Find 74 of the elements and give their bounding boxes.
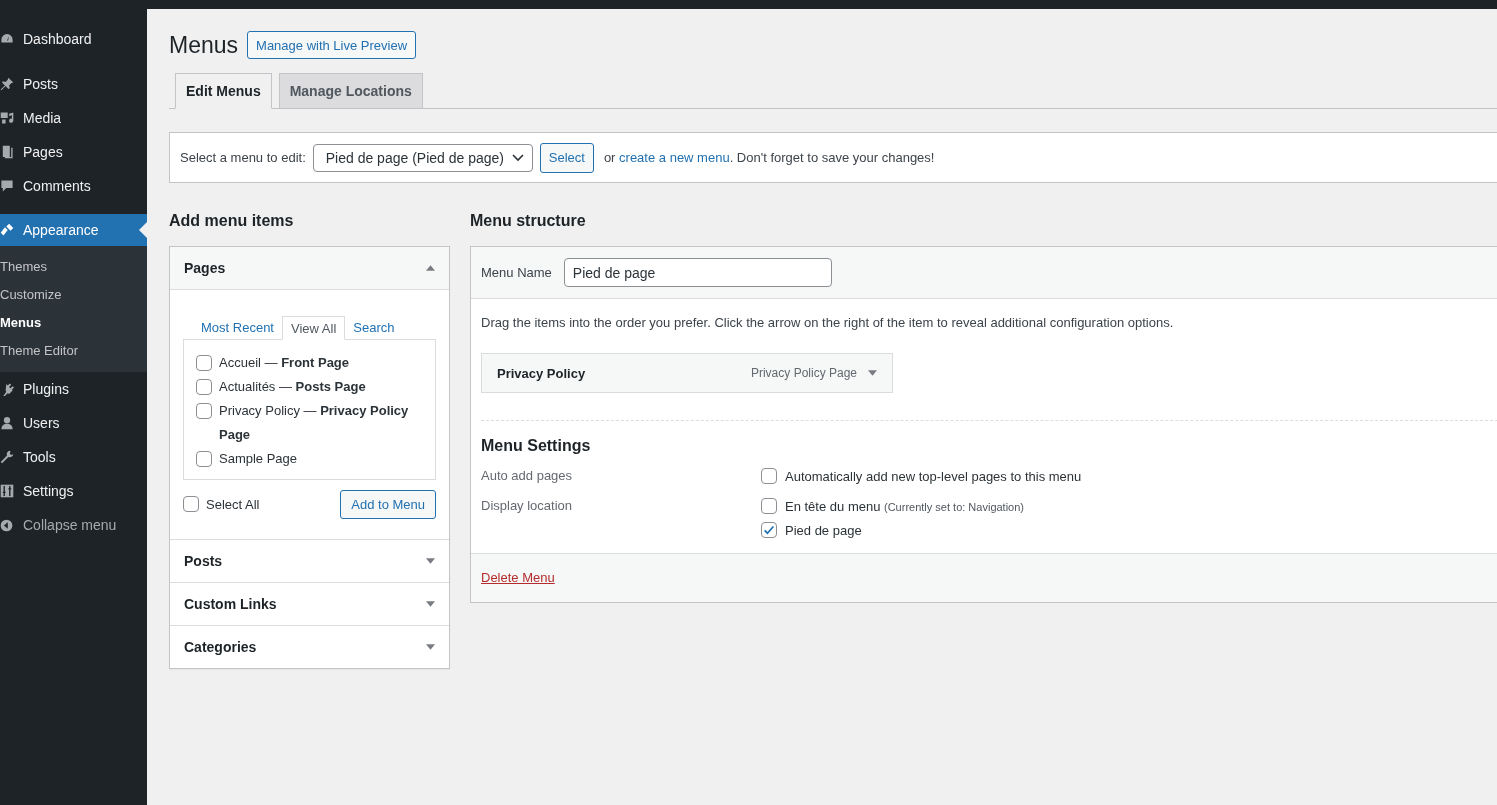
page-title: Menus xyxy=(169,31,239,59)
sidebar-item[interactable]: Appearance xyxy=(0,214,147,246)
checkbox[interactable] xyxy=(761,522,777,539)
submenu-item[interactable]: Menus xyxy=(0,309,147,337)
checkbox[interactable] xyxy=(183,495,199,512)
page-option-label: Privacy Policy — Privacy Policy Page xyxy=(219,402,410,444)
chevron-down-icon xyxy=(511,153,524,162)
sidebar-item[interactable]: Tools xyxy=(0,440,147,474)
menu-name-label: Menu Name xyxy=(481,265,552,280)
sidebar-item[interactable]: Media xyxy=(0,101,147,135)
panel-tab[interactable]: View All xyxy=(282,316,346,340)
accordion-header[interactable]: Custom Links xyxy=(170,583,449,625)
select-button[interactable]: Select xyxy=(539,142,594,173)
triangle-down-icon xyxy=(426,601,435,607)
delete-menu-link[interactable]: Delete Menu xyxy=(481,570,555,585)
setting-label: Display location xyxy=(481,497,574,515)
media-icon xyxy=(0,111,14,125)
sidebar-item[interactable]: Dashboard xyxy=(0,22,147,56)
create-menu-link[interactable]: create a new menu xyxy=(619,150,730,165)
section-heading: Add menu items xyxy=(169,211,295,231)
dashboard-gauge-icon xyxy=(0,32,14,46)
checkbox[interactable] xyxy=(761,468,777,485)
triangle-down-icon xyxy=(426,558,435,564)
option-label: En tête du menu (Currently set to: Navigation) xyxy=(785,499,1024,514)
select-all-label: Select All xyxy=(206,496,260,512)
panel-tab[interactable]: Most Recent xyxy=(193,316,282,338)
sidebar-item[interactable]: Comments xyxy=(0,169,147,203)
page-option-label: Accueil — Front Page xyxy=(219,354,350,372)
submenu-item[interactable]: Customize xyxy=(0,281,147,309)
brush-icon xyxy=(0,223,14,237)
pin-icon xyxy=(0,77,14,91)
page-option-label: Actualités — Posts Page xyxy=(219,378,366,396)
nav-tab[interactable]: Edit Menus xyxy=(175,73,272,109)
user-icon xyxy=(0,416,14,430)
settings-heading: Menu Settings xyxy=(481,437,592,455)
checkbox[interactable] xyxy=(196,379,212,395)
checkbox[interactable] xyxy=(761,498,777,515)
submenu-item[interactable]: Themes xyxy=(0,253,147,281)
add-to-menu-button[interactable]: Add to Menu xyxy=(340,490,436,519)
page-option-label: Sample Page xyxy=(219,450,298,468)
accordion-header[interactable]: Posts xyxy=(170,540,449,582)
option-label: Pied de page xyxy=(785,523,862,538)
menu-item-type: Privacy Policy Page xyxy=(750,366,857,380)
accordion-header[interactable]: Categories xyxy=(170,626,449,668)
live-preview-button[interactable]: Manage with Live Preview xyxy=(247,31,417,59)
option-label: Automatically add new top-level pages to this menu xyxy=(785,469,1082,484)
instructions-text: Drag the items into the order you prefer. Click the arrow on the right of the item to reveal additional configuration options. xyxy=(481,315,1175,330)
triangle-down-icon xyxy=(868,370,877,376)
sidebar-item[interactable]: Pages xyxy=(0,135,147,169)
triangle-down-icon xyxy=(426,644,435,650)
wrench-icon xyxy=(0,450,14,464)
checkbox[interactable] xyxy=(196,403,212,419)
setting-label: Auto add pages xyxy=(481,467,574,485)
collapse-menu-button[interactable]: Collapse menu xyxy=(0,508,147,542)
menu-item-bar[interactable]: Privacy Policy Privacy Policy Page xyxy=(481,353,893,393)
menu-item-title: Privacy Policy xyxy=(497,365,586,381)
menu-select-label: Select a menu to edit: xyxy=(180,150,306,165)
triangle-up-icon xyxy=(426,265,435,271)
sidebar-item[interactable]: Users xyxy=(0,406,147,440)
accordion-header[interactable]: Pages xyxy=(170,247,449,290)
checkbox[interactable] xyxy=(196,355,212,371)
checkbox[interactable] xyxy=(196,451,212,467)
sidebar-item[interactable]: Settings xyxy=(0,474,147,508)
menu-hint-text: or create a new menu. Don't forget to save your changes! xyxy=(603,150,935,165)
speech-bubble-icon xyxy=(0,179,14,193)
section-heading: Menu structure xyxy=(470,211,587,231)
nav-tab[interactable]: Manage Locations xyxy=(278,73,423,108)
menu-name-field[interactable]: Pied de page xyxy=(563,258,832,287)
submenu-item[interactable]: Theme Editor xyxy=(0,337,147,365)
sidebar-item[interactable]: Plugins xyxy=(0,372,147,406)
menu-dropdown[interactable]: Pied de page (Pied de page) xyxy=(312,143,533,172)
sidebar-item[interactable]: Posts xyxy=(0,67,147,101)
panel-tab[interactable]: Search xyxy=(345,316,403,338)
page-icon xyxy=(0,145,14,159)
